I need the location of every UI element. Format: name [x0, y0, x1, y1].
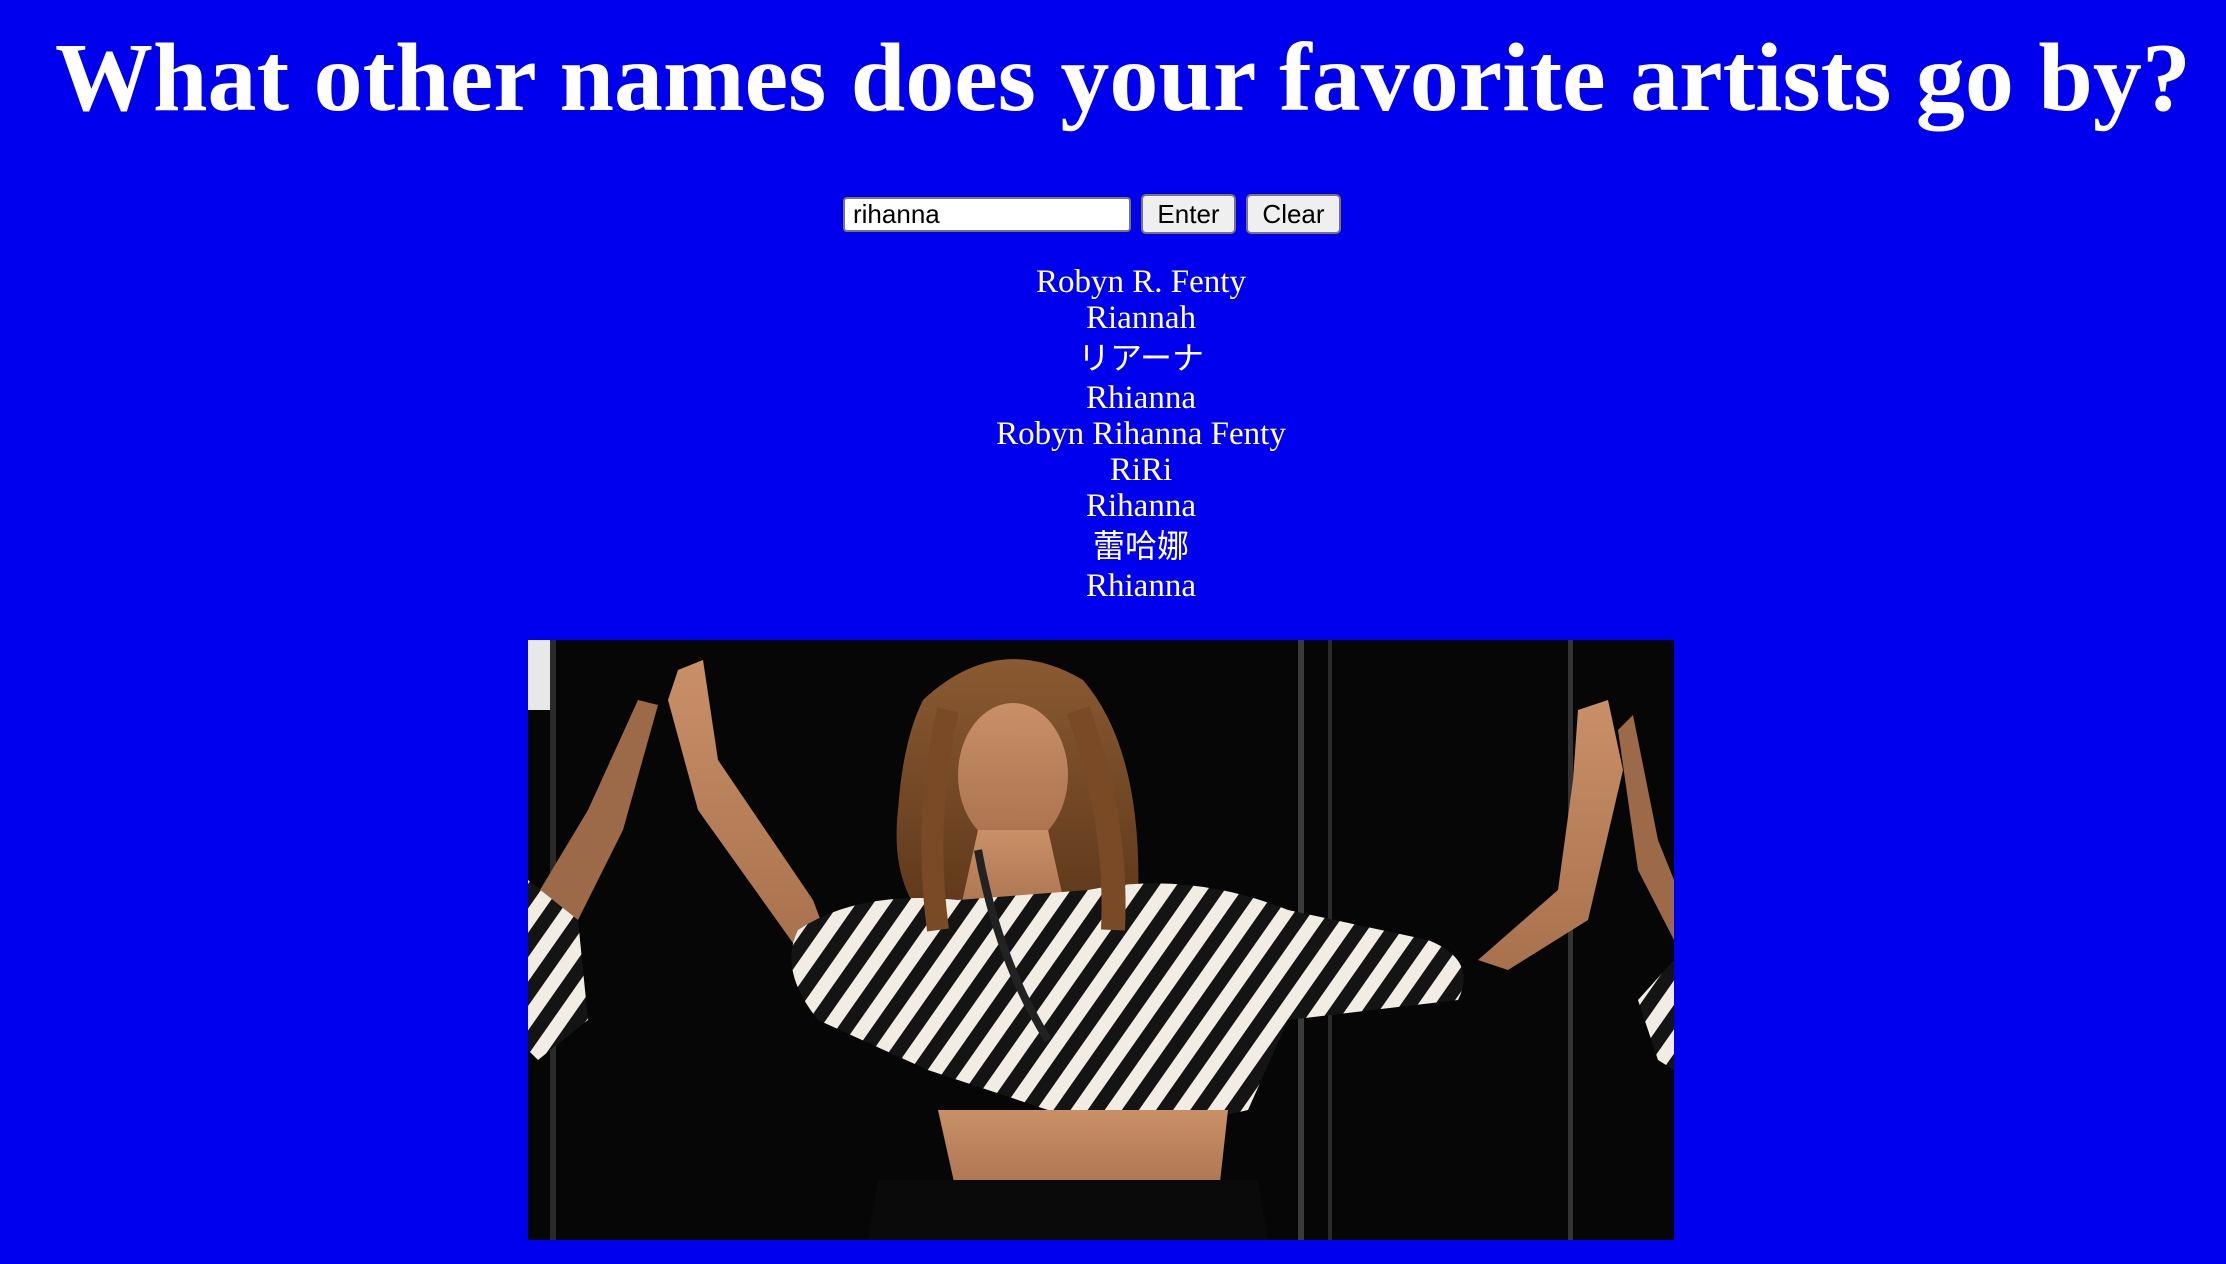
alias-item: Robyn Rihanna Fenty — [996, 416, 1286, 452]
enter-button[interactable]: Enter — [1141, 194, 1236, 234]
search-form: Enter Clear — [843, 194, 1341, 234]
alias-item: RiRi — [1109, 452, 1173, 488]
alias-item: Riannah — [1086, 300, 1196, 336]
alias-item: Rhianna — [1086, 380, 1196, 416]
alias-item: リアーナ — [1077, 339, 1205, 377]
alias-item: Robyn R. Fenty — [1036, 264, 1246, 300]
alias-item: 蕾哈娜 — [1092, 527, 1189, 565]
alias-item: Rhianna — [1086, 568, 1196, 604]
artist-search-input[interactable] — [843, 196, 1131, 232]
alias-item: Rihanna — [1086, 488, 1196, 524]
alias-list: Robyn R. Fenty Riannah リアーナ Rhianna Roby… — [0, 264, 2226, 604]
clear-button[interactable]: Clear — [1246, 194, 1341, 234]
artist-photo — [528, 640, 1674, 1240]
page-title: What other names does your favorite arti… — [55, 24, 2191, 132]
